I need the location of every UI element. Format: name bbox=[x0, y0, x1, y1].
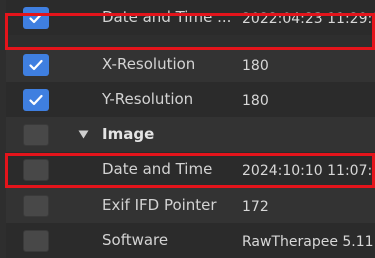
field-name: Y-Resolution bbox=[102, 90, 194, 108]
field-name: Date and Time bbox=[102, 160, 213, 178]
field-value: 2024:10:10 11:07:09 bbox=[242, 163, 375, 179]
include-checkbox[interactable] bbox=[23, 54, 49, 76]
list-item[interactable]: Y-Resolution 180 bbox=[6, 82, 375, 117]
metadata-list: Date and Time ... 2022:04:23 11:29:10 X-… bbox=[6, 0, 375, 258]
include-checkbox[interactable] bbox=[23, 7, 49, 29]
field-name: X-Resolution bbox=[102, 55, 196, 73]
group-row-image[interactable]: Image bbox=[6, 117, 375, 152]
include-checkbox[interactable] bbox=[23, 230, 49, 252]
list-item[interactable]: Date and Time 2024:10:10 11:07:09 bbox=[6, 152, 375, 187]
list-item[interactable]: Date and Time ... 2022:04:23 11:29:10 bbox=[6, 0, 375, 35]
check-icon bbox=[29, 94, 43, 106]
list-item[interactable]: Software RawTherapee 5.11 bbox=[6, 223, 375, 258]
include-checkbox[interactable] bbox=[23, 195, 49, 217]
field-value: 172 bbox=[242, 199, 269, 215]
field-value: 2022:04:23 11:29:10 bbox=[242, 11, 375, 27]
check-icon bbox=[29, 12, 43, 24]
list-item[interactable]: Exif IFD Pointer 172 bbox=[6, 188, 375, 223]
check-icon bbox=[29, 59, 43, 71]
list-item[interactable]: X-Resolution 180 bbox=[6, 47, 375, 82]
group-name: Image bbox=[102, 125, 155, 143]
field-value: RawTherapee 5.11 bbox=[242, 234, 374, 250]
field-name: Software bbox=[102, 231, 169, 249]
field-name: Exif IFD Pointer bbox=[102, 196, 217, 214]
include-checkbox[interactable] bbox=[23, 89, 49, 111]
field-value: 180 bbox=[242, 58, 269, 74]
include-checkbox[interactable] bbox=[23, 124, 49, 146]
field-name: Date and Time ... bbox=[102, 8, 232, 26]
include-checkbox[interactable] bbox=[23, 159, 49, 181]
field-value: 180 bbox=[242, 93, 269, 109]
triangle-down-icon[interactable] bbox=[76, 127, 90, 141]
